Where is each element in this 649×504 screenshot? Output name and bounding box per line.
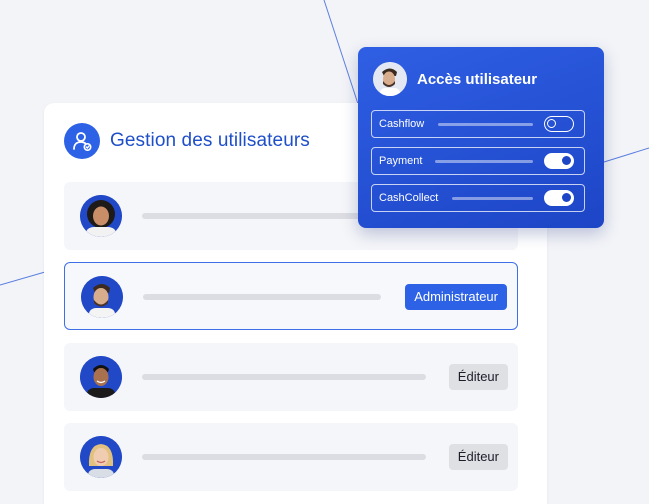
user-name-placeholder <box>143 294 381 300</box>
user-row[interactable]: Éditeur <box>64 423 518 491</box>
user-access-popup: Accès utilisateur Cashflow Payment CashC… <box>358 47 604 228</box>
avatar <box>80 356 122 398</box>
avatar <box>80 195 122 237</box>
permission-row-payment: Payment <box>371 147 585 175</box>
user-row-selected[interactable]: Administrateur <box>64 262 518 330</box>
payment-toggle[interactable] <box>544 153 574 169</box>
access-title: Accès utilisateur <box>417 70 538 88</box>
permission-label: Payment <box>379 155 423 167</box>
permission-row-cashflow: Cashflow <box>371 110 585 138</box>
page-title: Gestion des utilisateurs <box>110 130 310 151</box>
avatar <box>81 276 123 318</box>
role-badge-editor[interactable]: Éditeur <box>448 444 508 470</box>
avatar <box>80 436 122 478</box>
access-header: Accès utilisateur <box>373 62 537 96</box>
role-badge-admin[interactable]: Administrateur <box>405 284 507 310</box>
role-badge-editor[interactable]: Éditeur <box>448 364 508 390</box>
cashcollect-toggle[interactable] <box>544 190 574 206</box>
permission-row-cashcollect: CashCollect <box>371 184 585 212</box>
panel-header: Gestion des utilisateurs <box>64 123 310 159</box>
cashflow-toggle[interactable] <box>544 116 574 132</box>
permission-label: Cashflow <box>379 118 425 130</box>
permission-bar <box>438 123 533 126</box>
permission-bar <box>452 197 533 200</box>
user-name-placeholder <box>142 454 426 460</box>
permission-bar <box>435 160 533 163</box>
permission-label: CashCollect <box>379 192 439 204</box>
avatar <box>373 62 407 96</box>
user-management-icon <box>64 123 100 159</box>
user-row[interactable]: Éditeur <box>64 343 518 411</box>
user-name-placeholder <box>142 374 426 380</box>
